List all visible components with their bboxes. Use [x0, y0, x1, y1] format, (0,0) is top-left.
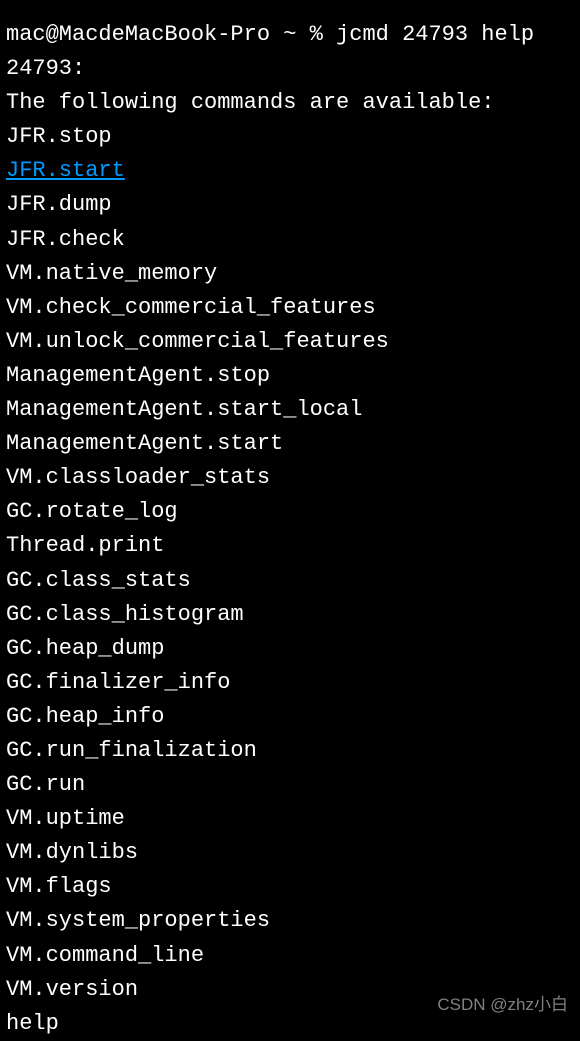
command-line: VM.command_line — [6, 939, 574, 973]
command-line: GC.class_histogram — [6, 598, 574, 632]
command-line: JFR.start — [6, 154, 574, 188]
command-line: ManagementAgent.start_local — [6, 393, 574, 427]
watermark: CSDN @zhz小白 — [437, 992, 568, 1018]
command-link[interactable]: JFR.start — [6, 158, 125, 183]
command-line: JFR.stop — [6, 120, 574, 154]
command-line: GC.rotate_log — [6, 495, 574, 529]
command-line: JFR.check — [6, 223, 574, 257]
header-line: The following commands are available: — [6, 86, 574, 120]
prompt-line: mac@MacdeMacBook-Pro ~ % jcmd 24793 help — [6, 18, 574, 52]
command-line: VM.uptime — [6, 802, 574, 836]
command-line: ManagementAgent.stop — [6, 359, 574, 393]
command-line: JFR.dump — [6, 188, 574, 222]
command-line: VM.classloader_stats — [6, 461, 574, 495]
commands-list: JFR.stop JFR.start JFR.dumpJFR.checkVM.nat… — [6, 120, 574, 1041]
command-line: VM.unlock_commercial_features — [6, 325, 574, 359]
command-line: GC.heap_info — [6, 700, 574, 734]
command-line: ManagementAgent.start — [6, 427, 574, 461]
command-line: GC.run — [6, 768, 574, 802]
command-line: GC.finalizer_info — [6, 666, 574, 700]
command-line: VM.flags — [6, 870, 574, 904]
command-line: Thread.print — [6, 529, 574, 563]
command-line: VM.native_memory — [6, 257, 574, 291]
command-line: GC.class_stats — [6, 564, 574, 598]
command-line: GC.run_finalization — [6, 734, 574, 768]
command-line: GC.heap_dump — [6, 632, 574, 666]
pid-line: 24793: — [6, 52, 574, 86]
command-line: VM.system_properties — [6, 904, 574, 938]
command-line: VM.check_commercial_features — [6, 291, 574, 325]
command-line: VM.dynlibs — [6, 836, 574, 870]
